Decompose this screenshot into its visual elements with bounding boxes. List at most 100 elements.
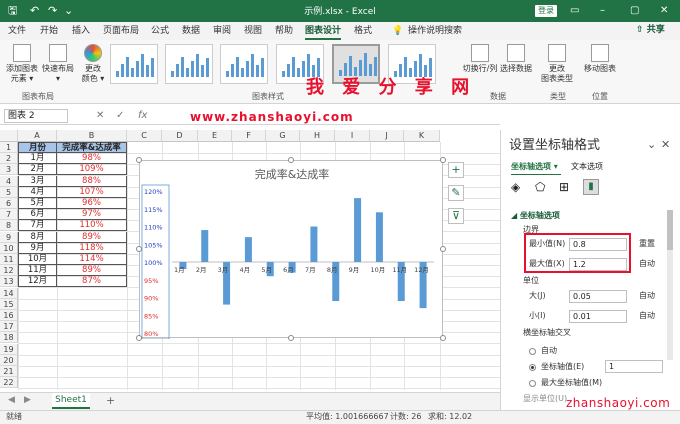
minor-unit-input[interactable]: 0.01 (569, 310, 627, 323)
auto-button-minor[interactable]: 自动 (639, 310, 655, 322)
row-header[interactable]: 1 (0, 142, 18, 153)
auto-button-max[interactable]: 自动 (639, 258, 655, 270)
add-chart-element-button[interactable]: 添加图表 元素 ▾ (4, 44, 40, 84)
chart-resize-handle[interactable] (440, 246, 446, 252)
move-chart-button[interactable]: 移动图表 (582, 44, 618, 74)
chart-style-3[interactable] (220, 44, 268, 84)
row-header[interactable]: 17 (0, 321, 18, 333)
row-header[interactable]: 8 (0, 220, 18, 232)
select-all-corner[interactable] (0, 130, 18, 142)
tab-data[interactable]: 数据 (182, 25, 200, 37)
chart-styles-brush-icon[interactable]: ✎ (448, 185, 464, 201)
table-cell-rate[interactable]: 96% (57, 198, 127, 209)
radio-max-axis-value[interactable] (529, 380, 536, 387)
axis-options-icon[interactable]: ▮ (583, 179, 599, 195)
section-axis-options[interactable]: ◢ 坐标轴选项 (511, 210, 560, 222)
switch-row-column-button[interactable]: 切换行/列 (462, 44, 498, 74)
row-header[interactable]: 4 (0, 175, 18, 187)
tab-format[interactable]: 格式 (354, 25, 372, 37)
row-header[interactable]: 9 (0, 231, 18, 243)
column-header-b[interactable]: B (57, 130, 127, 142)
row-header[interactable]: 19 (0, 343, 18, 355)
tab-page-layout[interactable]: 页面布局 (103, 25, 139, 37)
row-header[interactable]: 14 (0, 287, 18, 299)
radio-auto[interactable] (529, 348, 536, 355)
tab-file[interactable]: 文件 (8, 25, 26, 37)
table-cell-rate[interactable]: 88% (57, 175, 127, 187)
row-header[interactable]: 16 (0, 310, 18, 321)
close-button[interactable]: ✕ (660, 4, 668, 18)
chart-area[interactable]: 完成率&达成率 120% 115% 110% 105% 100% 95% 90% 85% 80% 1… (139, 160, 443, 340)
change-chart-type-button[interactable]: 更改 图表类型 (540, 44, 574, 84)
chart-resize-handle[interactable] (136, 246, 142, 252)
column-header-f[interactable]: F (232, 130, 266, 142)
prev-sheet-icon[interactable]: ◀ (8, 395, 15, 405)
column-header-c[interactable]: C (127, 130, 162, 142)
add-sheet-icon[interactable]: + (106, 394, 115, 407)
name-box[interactable]: 图表 2 (4, 109, 68, 123)
tab-formulas[interactable]: 公式 (151, 25, 169, 37)
row-header[interactable]: 21 (0, 366, 18, 377)
pane-close-icon[interactable]: ✕ (661, 138, 670, 151)
table-cell-rate[interactable]: 97% (57, 209, 127, 221)
radio-axis-value[interactable] (529, 364, 536, 371)
auto-button-major[interactable]: 自动 (639, 290, 655, 302)
table-cell-month[interactable]: 2月 (18, 164, 57, 176)
enter-icon[interactable]: ✓ (116, 110, 124, 122)
chart-resize-handle[interactable] (288, 335, 294, 341)
table-header-rate[interactable]: 完成率&达成率 (57, 142, 127, 153)
table-cell-month[interactable]: 6月 (18, 209, 57, 221)
table-cell-month[interactable]: 7月 (18, 220, 57, 232)
chart-filter-icon[interactable]: ⊽ (448, 208, 464, 224)
size-properties-icon[interactable]: ⊞ (559, 180, 569, 194)
change-colors-button[interactable]: 更改 颜色 ▾ (80, 44, 106, 84)
table-cell-rate[interactable]: 98% (57, 153, 127, 165)
chart-resize-handle[interactable] (440, 335, 446, 341)
restore-button[interactable]: ▢ (630, 4, 639, 18)
fill-line-icon[interactable]: ◈ (511, 180, 520, 194)
row-header[interactable]: 10 (0, 242, 18, 254)
insert-function-icon[interactable]: fx (138, 110, 147, 122)
row-header[interactable]: 22 (0, 377, 18, 389)
table-cell-month[interactable]: 12月 (18, 276, 57, 288)
chart-resize-handle[interactable] (136, 335, 142, 341)
table-cell-rate[interactable]: 114% (57, 254, 127, 265)
tab-text-options[interactable]: 文本选项 (571, 162, 603, 172)
row-header[interactable]: 12 (0, 265, 18, 277)
table-cell-month[interactable]: 3月 (18, 175, 57, 187)
table-cell-month[interactable]: 9月 (18, 242, 57, 254)
chart-style-1[interactable] (110, 44, 158, 84)
ribbon-display-icon[interactable]: ▭ (570, 4, 579, 18)
login-button[interactable]: 登录 (535, 5, 557, 17)
effects-icon[interactable]: ⬠ (535, 180, 545, 194)
major-unit-input[interactable]: 0.05 (569, 290, 627, 303)
tab-view[interactable]: 视图 (244, 25, 262, 37)
axis-value-input[interactable]: 1 (605, 360, 663, 373)
select-data-button[interactable]: 选择数据 (498, 44, 534, 74)
column-header-h[interactable]: H (300, 130, 335, 142)
table-cell-month[interactable]: 4月 (18, 186, 57, 198)
row-header[interactable]: 13 (0, 276, 18, 288)
pane-scrollbar[interactable] (667, 210, 673, 360)
table-cell-month[interactable]: 11月 (18, 265, 57, 277)
table-cell-month[interactable]: 1月 (18, 153, 57, 165)
row-header[interactable]: 20 (0, 354, 18, 366)
share-button[interactable]: ⇧ 共享 (636, 23, 665, 37)
table-cell-rate[interactable]: 109% (57, 164, 127, 176)
row-header[interactable]: 7 (0, 209, 18, 221)
pane-options-icon[interactable]: ⌄ (647, 138, 656, 151)
row-header[interactable]: 5 (0, 186, 18, 198)
row-header[interactable]: 6 (0, 198, 18, 209)
row-header[interactable]: 15 (0, 298, 18, 310)
cancel-icon[interactable]: ✕ (96, 110, 104, 122)
table-cell-month[interactable]: 8月 (18, 231, 57, 243)
row-header[interactable]: 11 (0, 254, 18, 265)
tab-chart-design[interactable]: 图表设计 (305, 25, 341, 37)
column-header-g[interactable]: G (266, 130, 300, 142)
table-cell-month[interactable]: 5月 (18, 198, 57, 209)
tab-help[interactable]: 帮助 (275, 25, 293, 37)
chart-style-2[interactable] (165, 44, 213, 84)
column-header-a[interactable]: A (18, 130, 57, 142)
table-cell-rate[interactable]: 89% (57, 231, 127, 243)
table-cell-rate[interactable]: 87% (57, 276, 127, 288)
